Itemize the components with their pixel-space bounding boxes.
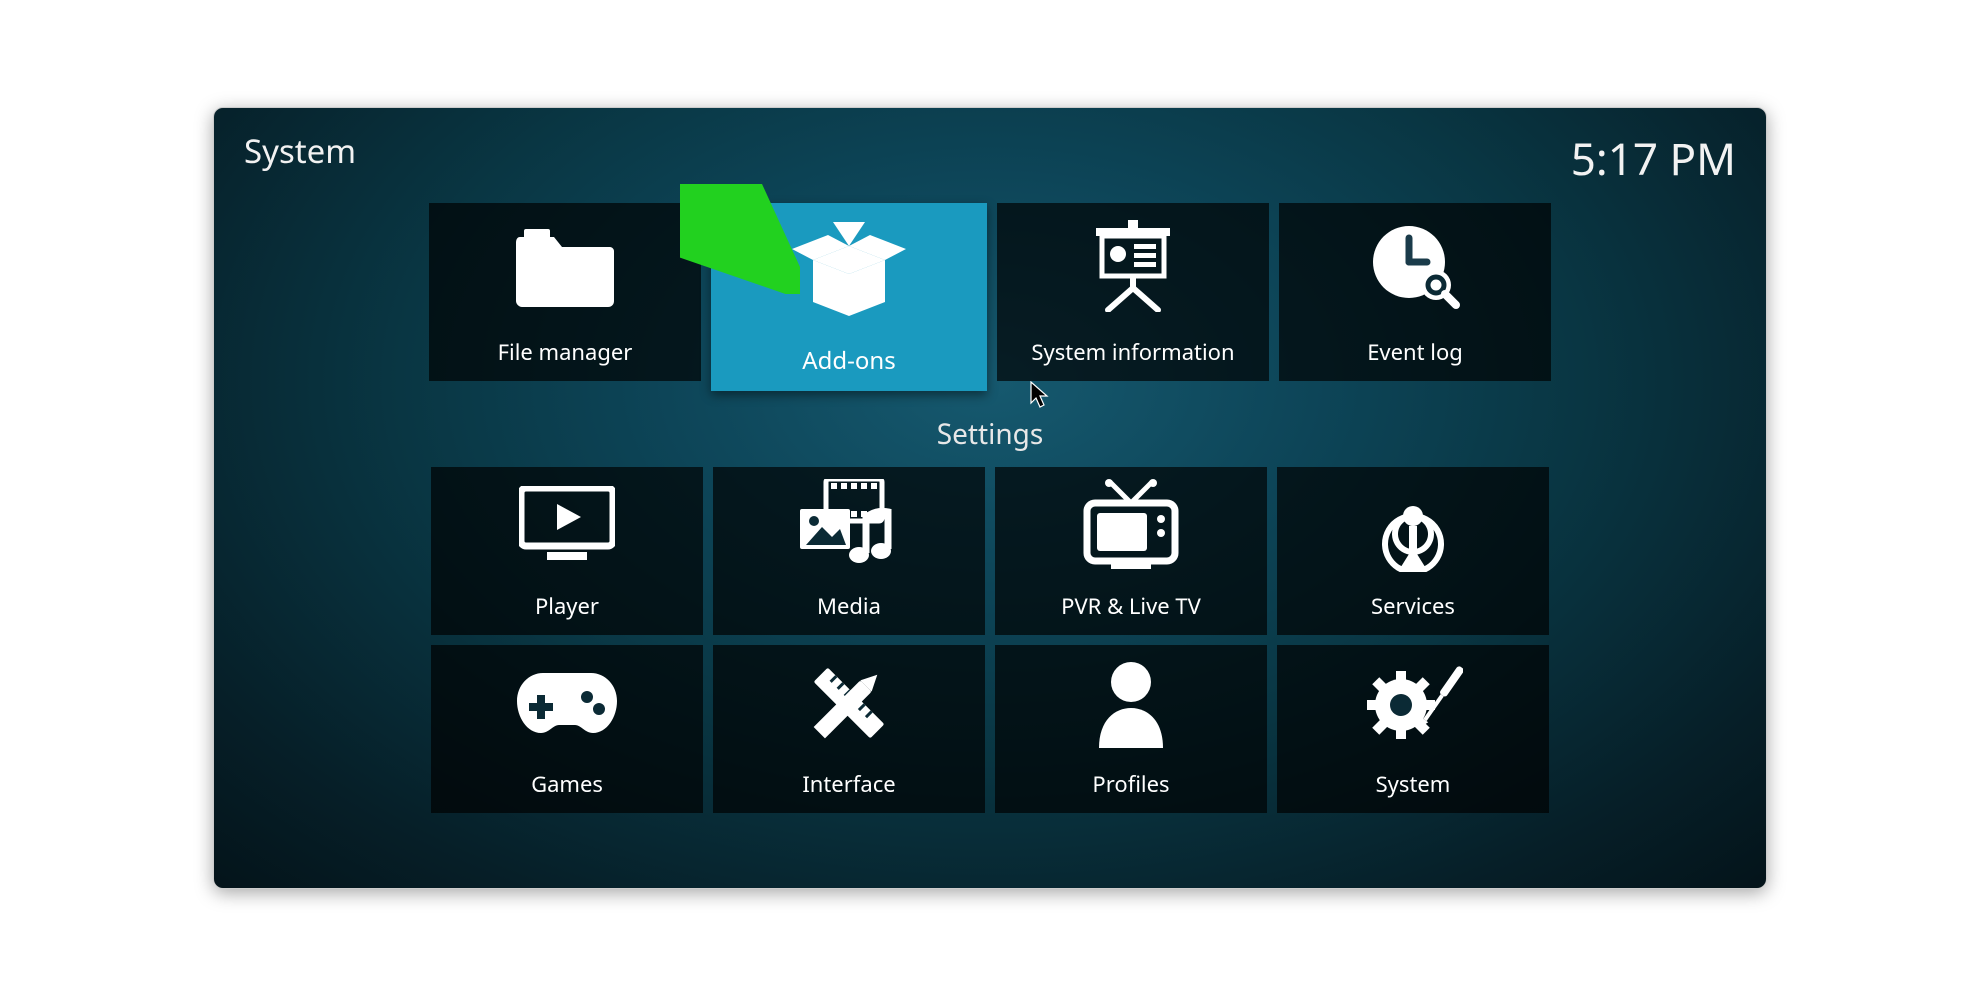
tile-profiles[interactable]: Profiles xyxy=(995,645,1267,813)
tile-services[interactable]: Services xyxy=(1277,467,1549,635)
mouse-cursor-icon xyxy=(1030,381,1050,409)
gear-screwdriver-icon xyxy=(1277,645,1549,761)
tile-event-log[interactable]: Event log xyxy=(1279,203,1551,381)
presentation-icon xyxy=(997,203,1269,329)
tile-file-manager[interactable]: File manager xyxy=(429,203,701,381)
tile-system-information[interactable]: System information xyxy=(997,203,1269,381)
clock-time: 5:17 PM xyxy=(1571,128,1736,188)
page-title: System xyxy=(244,128,356,173)
tile-label: Add-ons xyxy=(802,344,895,377)
tile-media[interactable]: Media xyxy=(713,467,985,635)
play-screen-icon xyxy=(431,467,703,583)
top-bar: System 5:17 PM xyxy=(244,128,1736,188)
tile-system[interactable]: System xyxy=(1277,645,1549,813)
gamepad-icon xyxy=(431,645,703,761)
tile-label: System information xyxy=(1031,337,1234,367)
tile-label: Interface xyxy=(802,769,895,799)
tile-label: Services xyxy=(1371,591,1455,621)
top-tiles-row: File manager Add-ons xyxy=(214,203,1766,391)
ruler-pencil-icon xyxy=(713,645,985,761)
tile-label: Event log xyxy=(1367,337,1463,367)
tile-label: System xyxy=(1376,769,1451,799)
tile-interface[interactable]: Interface xyxy=(713,645,985,813)
clock-search-icon xyxy=(1279,203,1551,329)
media-icon xyxy=(713,467,985,583)
system-settings-window: System 5:17 PM File manager xyxy=(213,107,1767,889)
tile-label: File manager xyxy=(498,337,633,367)
broadcast-icon xyxy=(1277,467,1549,583)
tile-label: Media xyxy=(817,591,881,621)
tile-pvr-live-tv[interactable]: PVR & Live TV xyxy=(995,467,1267,635)
tile-games[interactable]: Games xyxy=(431,645,703,813)
tv-icon xyxy=(995,467,1267,583)
settings-row-1: Player xyxy=(214,467,1766,635)
person-icon xyxy=(995,645,1267,761)
tile-label: PVR & Live TV xyxy=(1061,591,1201,621)
annotation-arrow-icon xyxy=(680,184,800,294)
content-area: File manager Add-ons xyxy=(214,203,1766,813)
tile-label: Games xyxy=(531,769,603,799)
settings-row-2: Games xyxy=(214,645,1766,813)
tile-label: Player xyxy=(535,591,599,621)
settings-section-title: Settings xyxy=(214,415,1766,453)
tile-label: Profiles xyxy=(1092,769,1169,799)
tile-player[interactable]: Player xyxy=(431,467,703,635)
folder-icon xyxy=(429,203,701,329)
